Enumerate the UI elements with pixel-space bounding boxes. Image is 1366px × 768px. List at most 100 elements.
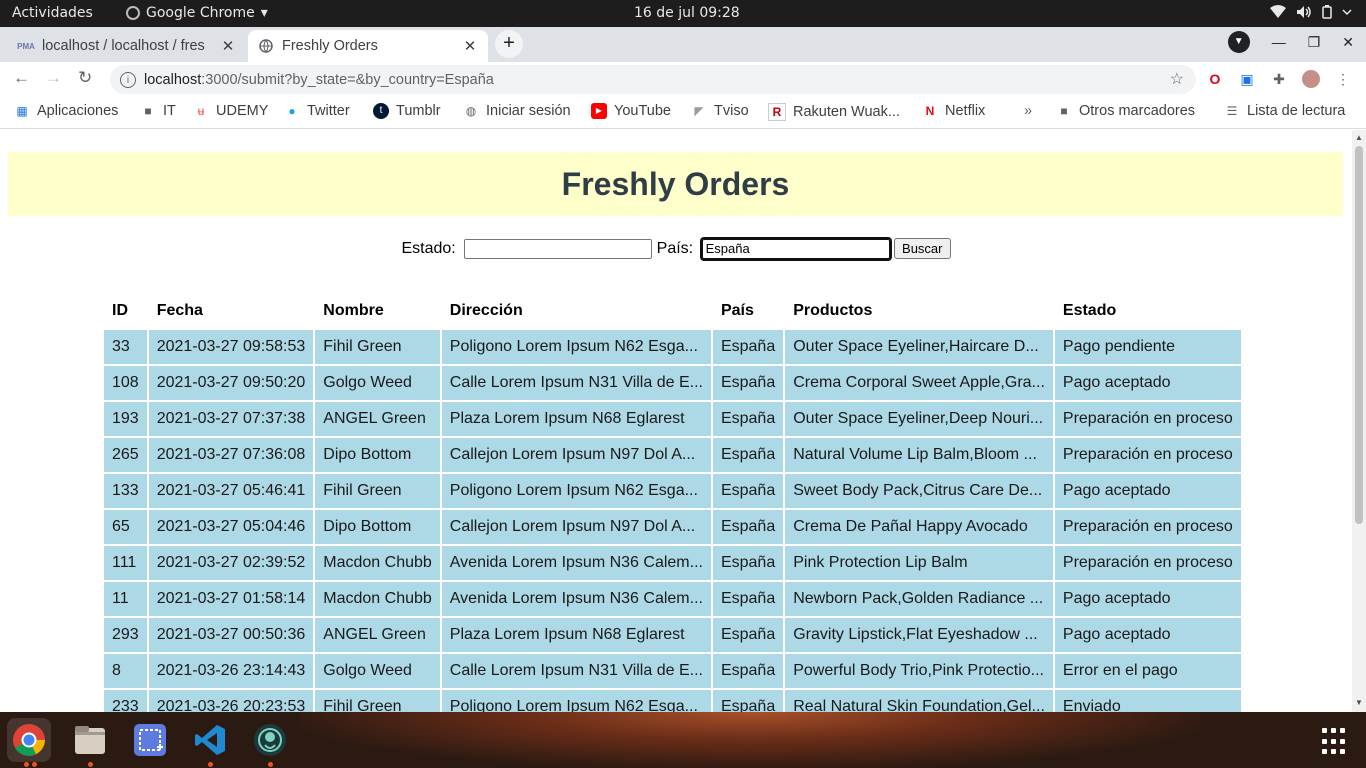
files-dock-icon[interactable] xyxy=(68,718,112,762)
screenshot-dock-icon[interactable] xyxy=(128,718,172,762)
table-row: 133 2021-03-27 05:46:41 Fihil Green Poligon… xyxy=(104,474,1241,508)
reload-icon[interactable]: ↻ xyxy=(78,68,92,88)
bookmark-youtube[interactable]: ▶ YouTube xyxy=(591,103,671,119)
minimize-icon[interactable]: — xyxy=(1272,34,1286,50)
screen-capture-icon[interactable]: ▣ xyxy=(1238,70,1256,88)
maximize-icon[interactable]: ❐ xyxy=(1308,34,1321,51)
scroll-up-arrow-icon[interactable]: ▲ xyxy=(1355,133,1363,142)
bookmark-it[interactable]: ■ IT xyxy=(140,103,176,119)
cell-address: Poligono Lorem Ipsum N62 Esga... xyxy=(441,474,711,508)
cell-id: 193 xyxy=(104,402,147,436)
new-tab-button[interactable]: + xyxy=(495,30,523,58)
site-info-icon[interactable]: i xyxy=(120,71,136,88)
orders-table: ID Fecha Nombre Dirección País Productos Estad… xyxy=(102,292,1243,712)
cell-products: Outer Space Eyeliner,Deep Nouri... xyxy=(785,402,1053,436)
close-tab-icon[interactable]: ✕ xyxy=(462,37,478,55)
bookmarks-overflow-chevron[interactable]: » xyxy=(1024,103,1032,119)
cell-country: España xyxy=(712,582,784,616)
youtube-icon: ▶ xyxy=(591,103,607,119)
cell-date: 2021-03-27 05:46:41 xyxy=(148,474,314,508)
cell-date: 2021-03-27 01:58:14 xyxy=(148,582,314,616)
country-input[interactable] xyxy=(699,236,892,261)
wallpaper xyxy=(300,712,1200,768)
profile-avatar[interactable] xyxy=(1302,70,1320,88)
scroll-down-arrow-icon[interactable]: ▼ xyxy=(1355,698,1363,707)
cell-address: Avenida Lorem Ipsum N36 Calem... xyxy=(441,582,711,616)
opera-extension-icon[interactable]: O xyxy=(1206,70,1224,88)
show-applications-icon[interactable] xyxy=(1322,728,1350,756)
bookmark-iniciar-sesion[interactable]: ◍ Iniciar sesión xyxy=(463,103,571,119)
cell-status: Pago pendiente xyxy=(1054,330,1241,364)
bookmark-tumblr[interactable]: t Tumblr xyxy=(373,103,441,119)
url-host: localhost xyxy=(144,71,202,88)
cell-name: Golgo Weed xyxy=(315,366,440,400)
tab-freshly-orders[interactable]: Freshly Orders ✕ xyxy=(248,30,488,62)
cell-id: 265 xyxy=(104,438,147,472)
cell-name: ANGEL Green xyxy=(315,402,440,436)
cell-address: Avenida Lorem Ipsum N36 Calem... xyxy=(441,546,711,580)
table-header-row: ID Fecha Nombre Dirección País Productos Estad… xyxy=(104,294,1241,328)
cell-id: 11 xyxy=(104,582,147,616)
bookmark-otros-marcadores[interactable]: ■ Otros marcadores xyxy=(1056,103,1195,119)
bookmark-star-icon[interactable]: ☆ xyxy=(1170,69,1184,89)
back-arrow-icon[interactable]: ← xyxy=(13,68,30,88)
cell-name: Macdon Chubb xyxy=(315,582,440,616)
browser-toolbar: ← → ↻ i localhost :3000/submit?by_state=… xyxy=(0,62,1366,96)
app-menu[interactable]: Google Chrome ▾ xyxy=(126,5,268,21)
bookmark-label: Rakuten Wuak... xyxy=(793,104,900,120)
cell-date: 2021-03-27 05:04:46 xyxy=(148,510,314,544)
cell-address: Callejon Lorem Ipsum N97 Dol A... xyxy=(441,438,711,472)
state-input[interactable] xyxy=(464,238,653,259)
close-tab-icon[interactable]: ✕ xyxy=(220,37,236,55)
cell-status: Pago aceptado xyxy=(1054,474,1241,508)
search-button[interactable]: Buscar xyxy=(894,238,951,259)
tab-strip: PMA localhost / localhost / fres ✕ Fresh… xyxy=(0,27,1366,62)
page-scrollbar[interactable]: ▲ ▼ xyxy=(1352,130,1366,712)
cell-name: Fihil Green xyxy=(315,330,440,364)
cell-country: España xyxy=(712,654,784,688)
forward-arrow-icon[interactable]: → xyxy=(45,68,62,88)
bookmark-tviso[interactable]: ◤ Tviso xyxy=(691,103,748,119)
tab-title: localhost / localhost / fres xyxy=(42,38,205,54)
bookmark-netflix[interactable]: N Netflix xyxy=(922,103,986,119)
column-header-country: País xyxy=(720,302,754,319)
scrollbar-thumb[interactable] xyxy=(1355,146,1363,524)
bookmark-udemy[interactable]: ʉ UDEMY xyxy=(193,103,269,119)
vscode-dock-icon[interactable] xyxy=(188,718,232,762)
table-row: 108 2021-03-27 09:50:20 Golgo Weed Calle Lo… xyxy=(104,366,1241,400)
bookmark-aplicaciones[interactable]: ▦ Aplicaciones xyxy=(14,103,118,119)
system-status-menu[interactable] xyxy=(1270,5,1352,19)
table-row: 233 2021-03-26 20:23:53 Fihil Green Poligon… xyxy=(104,690,1241,712)
address-bar[interactable]: i localhost :3000/submit?by_state=&by_co… xyxy=(110,65,1196,94)
page-title: Freshly Orders xyxy=(561,166,790,202)
activities-button[interactable]: Actividades xyxy=(12,5,93,21)
tab-search-icon[interactable]: ▼ xyxy=(1227,31,1250,53)
close-window-icon[interactable]: ✕ xyxy=(1342,34,1354,51)
more-menu-icon[interactable]: ⋮ xyxy=(1334,70,1352,88)
wifi-icon xyxy=(1270,5,1286,18)
bookmark-label: Tumblr xyxy=(396,103,441,119)
page-header-banner: Freshly Orders xyxy=(8,152,1343,216)
extensions-puzzle-icon[interactable]: ✚ xyxy=(1270,70,1288,88)
ubuntu-dock xyxy=(0,712,1366,768)
cell-country: España xyxy=(712,546,784,580)
cell-country: España xyxy=(712,690,784,712)
bookmark-rakuten[interactable]: R Rakuten Wuak... xyxy=(768,103,900,121)
tab-phpmyadmin[interactable]: PMA localhost / localhost / fres ✕ xyxy=(8,30,246,62)
running-indicator xyxy=(24,762,29,767)
clock[interactable]: 16 de jul 09:28 xyxy=(634,5,740,21)
cell-date: 2021-03-26 20:23:53 xyxy=(148,690,314,712)
running-indicator xyxy=(32,762,37,767)
table-row: 8 2021-03-26 23:14:43 Golgo Weed Calle Lore… xyxy=(104,654,1241,688)
table-row: 11 2021-03-27 01:58:14 Macdon Chubb Avenida… xyxy=(104,582,1241,616)
cell-id: 293 xyxy=(104,618,147,652)
cell-products: Crema Corporal Sweet Apple,Gra... xyxy=(785,366,1053,400)
bookmark-twitter[interactable]: ● Twitter xyxy=(284,103,349,119)
gitkraken-dock-icon[interactable] xyxy=(248,718,292,762)
column-header-id: ID xyxy=(112,302,128,319)
bookmark-lista-de-lectura[interactable]: ☰ Lista de lectura xyxy=(1224,103,1346,119)
running-indicator xyxy=(208,762,213,767)
app-menu-label: Google Chrome xyxy=(146,5,255,21)
chrome-dock-icon[interactable] xyxy=(7,718,51,762)
table-row: 111 2021-03-27 02:39:52 Macdon Chubb Avenid… xyxy=(104,546,1241,580)
